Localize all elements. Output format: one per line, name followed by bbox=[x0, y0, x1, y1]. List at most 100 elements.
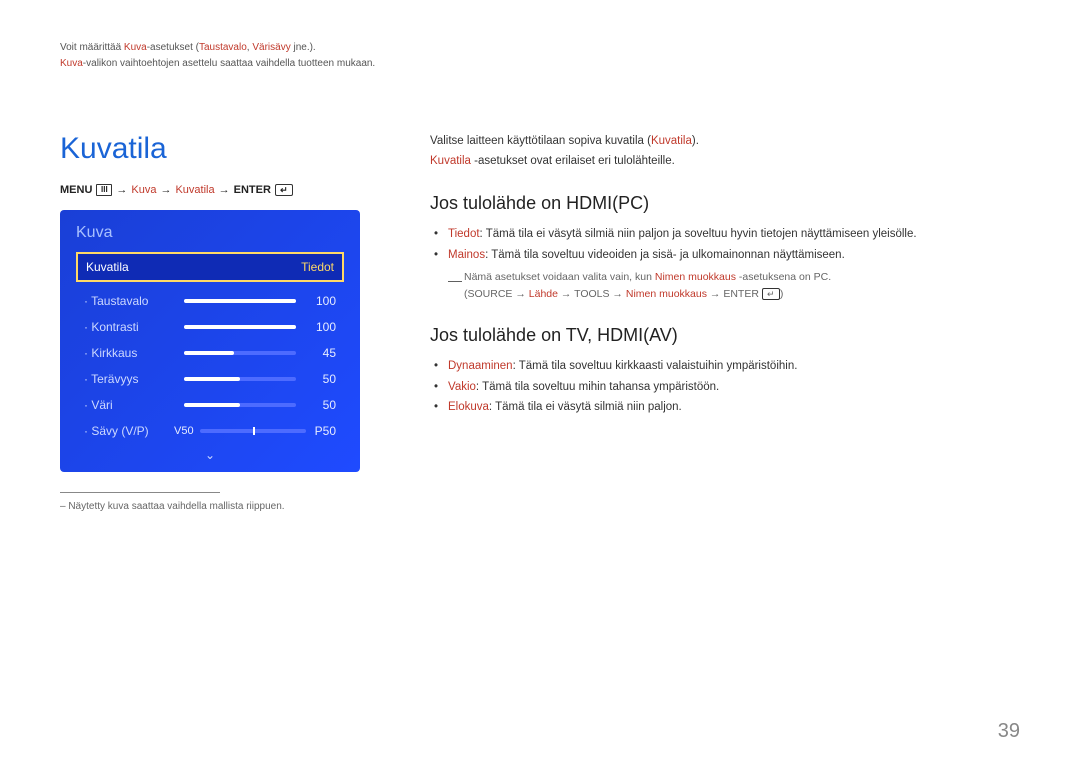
text: (SOURCE → bbox=[464, 288, 529, 300]
tv-menu-panel: Kuva Kuvatila Tiedot · Taustavalo 100 · … bbox=[60, 210, 360, 472]
row-label: · Terävyys bbox=[84, 372, 174, 386]
intro-text: -valikon vaihtoehtojen asettelu saattaa … bbox=[83, 58, 375, 69]
list-item: Vakio: Tämä tila soveltuu mihin tahansa … bbox=[448, 377, 1020, 398]
balance-tick bbox=[253, 427, 255, 435]
menu-label: MENU bbox=[60, 184, 92, 196]
text: : Tämä tila soveltuu kirkkaasti valaistu… bbox=[513, 360, 798, 372]
row-value: 50 bbox=[306, 372, 336, 386]
text: : Tämä tila ei väsytä silmiä niin paljon… bbox=[489, 401, 682, 413]
row-value: 100 bbox=[306, 294, 336, 308]
row-value: 45 bbox=[306, 346, 336, 360]
panel-row-taustavalo[interactable]: · Taustavalo 100 bbox=[76, 288, 344, 314]
slider-track[interactable] bbox=[184, 351, 296, 355]
row-label: · Kontrasti bbox=[84, 320, 174, 334]
section-title: Kuvatila bbox=[60, 132, 370, 166]
bullet-list-av: Dynaaminen: Tämä tila soveltuu kirkkaast… bbox=[430, 356, 1020, 418]
keyword-dynaaminen: Dynaaminen bbox=[448, 360, 513, 372]
path-step-kuva: Kuva bbox=[131, 184, 156, 196]
text: ) bbox=[780, 288, 784, 300]
text: Valitse laitteen käyttötilaan sopiva kuv… bbox=[430, 135, 651, 147]
row-value: 50 bbox=[306, 398, 336, 412]
subheading-tv-hdmi-av: Jos tulolähde on TV, HDMI(AV) bbox=[430, 325, 1020, 346]
selected-label: Kuvatila bbox=[86, 260, 129, 274]
enter-label: ENTER bbox=[234, 184, 271, 196]
intro-keyword-kuva-2: Kuva bbox=[60, 58, 83, 69]
bullet-list-pc: Tiedot: Tämä tila ei väsytä silmiä niin … bbox=[430, 224, 1020, 265]
arrow-icon: → bbox=[219, 184, 230, 196]
subheading-hdmi-pc: Jos tulolähde on HDMI(PC) bbox=[430, 193, 1020, 214]
text: Nämä asetukset voidaan valita vain, kun bbox=[464, 271, 655, 283]
menu-icon: III bbox=[96, 184, 112, 196]
keyword-lahde: Lähde bbox=[529, 288, 558, 300]
path-step-kuvatila: Kuvatila bbox=[175, 184, 214, 196]
left-column: Kuvatila MENU III → Kuva → Kuvatila → EN… bbox=[60, 132, 370, 512]
chapter-intro: Voit määrittää Kuva-asetukset (Taustaval… bbox=[60, 40, 700, 72]
page: Voit määrittää Kuva-asetukset (Taustaval… bbox=[0, 0, 1080, 763]
panel-row-vari[interactable]: · Väri 50 bbox=[76, 392, 344, 418]
row-value: 100 bbox=[306, 320, 336, 334]
selected-value: Tiedot bbox=[301, 260, 334, 274]
slider-fill bbox=[184, 403, 240, 407]
keyword-kuvatila: Kuvatila bbox=[651, 135, 692, 147]
arrow-icon: → bbox=[160, 184, 171, 196]
chevron-down-icon[interactable]: ⌄ bbox=[76, 448, 344, 462]
slider-fill bbox=[184, 325, 296, 329]
panel-row-savy[interactable]: · Sävy (V/P) V50 P50 bbox=[76, 418, 344, 444]
slider-fill bbox=[184, 351, 234, 355]
intro-keyword-kuva: Kuva bbox=[124, 42, 147, 53]
text: : Tämä tila soveltuu videoiden ja sisä- … bbox=[485, 249, 845, 261]
row-label: · Kirkkaus bbox=[84, 346, 174, 360]
keyword-vakio: Vakio bbox=[448, 381, 476, 393]
slider-track[interactable] bbox=[184, 377, 296, 381]
intro-text: -asetukset ( bbox=[147, 42, 199, 53]
dash-icon: ― bbox=[448, 269, 462, 291]
right-column: Valitse laitteen käyttötilaan sopiva kuv… bbox=[430, 132, 1020, 512]
slider-track[interactable] bbox=[184, 325, 296, 329]
keyword-nimen-muokkaus: Nimen muokkaus bbox=[655, 271, 736, 283]
text: -asetuksena on PC. bbox=[736, 271, 831, 283]
panel-row-teravyys[interactable]: · Terävyys 50 bbox=[76, 366, 344, 392]
list-item: Dynaaminen: Tämä tila soveltuu kirkkaast… bbox=[448, 356, 1020, 377]
panel-selected-row[interactable]: Kuvatila Tiedot bbox=[76, 252, 344, 282]
page-number: 39 bbox=[998, 720, 1020, 743]
keyword-kuvatila: Kuvatila bbox=[430, 155, 471, 167]
lead-paragraph: Valitse laitteen käyttötilaan sopiva kuv… bbox=[430, 132, 1020, 171]
panel-title: Kuva bbox=[76, 224, 344, 242]
keyword-elokuva: Elokuva bbox=[448, 401, 489, 413]
intro-keyword-varisavy: Värisävy bbox=[252, 42, 290, 53]
text: → ENTER bbox=[707, 288, 762, 300]
intro-text: jne.). bbox=[291, 42, 316, 53]
list-item: Elokuva: Tämä tila ei väsytä silmiä niin… bbox=[448, 397, 1020, 418]
text: : Tämä tila ei väsytä silmiä niin paljon… bbox=[480, 228, 917, 240]
list-item: Mainos: Tämä tila soveltuu videoiden ja … bbox=[448, 245, 1020, 266]
enter-icon: ↵ bbox=[275, 184, 293, 196]
text: : Tämä tila soveltuu mihin tahansa ympär… bbox=[476, 381, 719, 393]
arrow-icon: → bbox=[116, 184, 127, 196]
row-label: · Väri bbox=[84, 398, 174, 412]
keyword-mainos: Mainos bbox=[448, 249, 485, 261]
keyword-nimen-muokkaus: Nimen muokkaus bbox=[626, 288, 707, 300]
row-label: · Sävy (V/P) bbox=[84, 424, 174, 438]
slider-track[interactable] bbox=[184, 403, 296, 407]
text: → TOOLS → bbox=[558, 288, 626, 300]
note: ― Nämä asetukset voidaan valita vain, ku… bbox=[430, 269, 1020, 303]
balance-track[interactable] bbox=[200, 429, 306, 433]
text: -asetukset ovat erilaiset eri tulolähtei… bbox=[471, 155, 675, 167]
list-item: Tiedot: Tämä tila ei väsytä silmiä niin … bbox=[448, 224, 1020, 245]
panel-row-kirkkaus[interactable]: · Kirkkaus 45 bbox=[76, 340, 344, 366]
row-label: · Taustavalo bbox=[84, 294, 174, 308]
slider-fill bbox=[184, 377, 240, 381]
slider-fill bbox=[184, 299, 296, 303]
menu-path: MENU III → Kuva → Kuvatila → ENTER ↵ bbox=[60, 184, 370, 196]
footnote: – Näytetty kuva saattaa vaihdella mallis… bbox=[60, 501, 370, 512]
intro-keyword-taustavalo: Taustavalo bbox=[199, 42, 247, 53]
text: ). bbox=[692, 135, 699, 147]
intro-text: Voit määrittää bbox=[60, 42, 124, 53]
savy-right: P50 bbox=[306, 424, 336, 438]
keyword-tiedot: Tiedot bbox=[448, 228, 480, 240]
enter-icon: ↵ bbox=[762, 288, 780, 300]
footnote-rule bbox=[60, 492, 220, 493]
slider-track[interactable] bbox=[184, 299, 296, 303]
savy-left: V50 bbox=[174, 425, 194, 437]
panel-row-kontrasti[interactable]: · Kontrasti 100 bbox=[76, 314, 344, 340]
